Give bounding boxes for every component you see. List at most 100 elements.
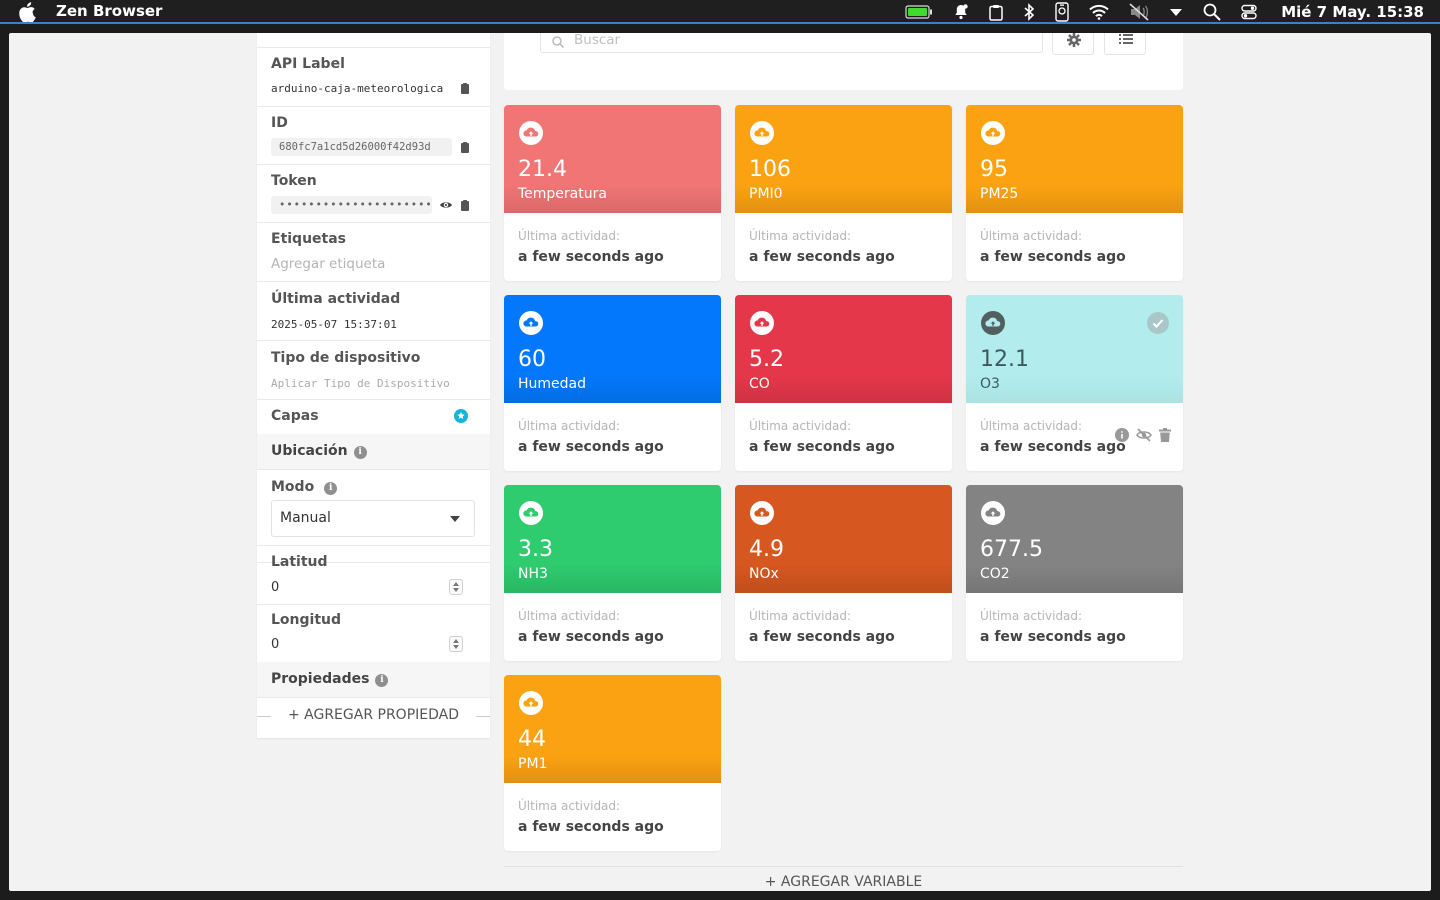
copy-clipboard-icon[interactable] [459, 82, 471, 94]
last-activity-time: a few seconds ago [749, 439, 895, 455]
last-activity-label: Última actividad: [749, 229, 852, 243]
eye-slash-icon[interactable] [1135, 428, 1153, 442]
id-value[interactable]: 680fc7a1cd5d26000f42d93d [271, 138, 452, 156]
bluetooth-icon[interactable] [1023, 3, 1035, 21]
variable-card-humedad[interactable]: 60 Humedad Última actividad: a few secon… [504, 295, 721, 471]
variable-card-temperatura[interactable]: 21.4 Temperatura Última actividad: a few… [504, 105, 721, 281]
id-label: ID [271, 115, 288, 131]
gear-icon [1067, 33, 1081, 47]
card-header: 3.3 NH3 [504, 485, 721, 593]
variable-card-pm25[interactable]: 95 PM25 Última actividad: a few seconds … [966, 105, 1183, 281]
variable-card-co[interactable]: 5.2 CO Última actividad: a few seconds a… [735, 295, 952, 471]
last-activity-label: Última actividad: [518, 229, 621, 243]
volume-muted-icon[interactable] [1129, 3, 1149, 21]
clipboard-icon[interactable] [989, 4, 1003, 21]
cloud-upload-icon [519, 121, 543, 145]
wifi-icon[interactable] [1089, 4, 1109, 20]
device-type-row: Tipo de dispositivo Aplicar Tipo de Disp… [257, 340, 490, 400]
info-icon[interactable]: i [353, 446, 367, 459]
dropdown-icon[interactable] [1169, 7, 1183, 17]
cloud-upload-icon [519, 691, 543, 715]
device-type-select[interactable]: Aplicar Tipo de Dispositivo [271, 377, 450, 390]
info-icon[interactable]: i [324, 482, 338, 495]
variable-card-o3[interactable]: 12.1 O3 Última actividad: a few seconds … [966, 295, 1183, 471]
last-activity-label: Última actividad [271, 291, 401, 307]
last-activity-label: Última actividad: [749, 609, 852, 623]
eye-icon[interactable] [439, 199, 453, 211]
variable-name: CO2 [980, 566, 1010, 582]
variable-name: NH3 [518, 566, 548, 582]
variable-name: PM1 [518, 756, 548, 772]
app-name[interactable]: Zen Browser [56, 2, 162, 20]
add-variable-button[interactable]: + AGREGAR VARIABLE [765, 874, 922, 890]
variable-value: 12.1 [980, 347, 1029, 372]
mode-label: Modo [271, 479, 315, 495]
api-label-value[interactable]: arduino-caja-meteorologica [271, 82, 443, 95]
control-center-icon[interactable] [1241, 4, 1257, 20]
last-activity-label: Última actividad: [518, 609, 621, 623]
variable-value: 44 [518, 727, 546, 752]
cloud-upload-icon [519, 311, 543, 335]
variable-card-pm1[interactable]: 44 PM1 Última actividad: a few seconds a… [504, 675, 721, 851]
phone-icon[interactable] [1055, 2, 1069, 22]
latitude-row: Latitud 0 [257, 545, 490, 605]
device-type-label: Tipo de dispositivo [271, 350, 421, 366]
latitude-input[interactable]: 0 [271, 580, 279, 595]
notification-bell-icon[interactable] [953, 4, 969, 20]
longitude-stepper[interactable] [449, 636, 463, 652]
variable-value: 4.9 [749, 537, 784, 562]
last-activity-time: a few seconds ago [749, 629, 895, 645]
trash-icon[interactable] [1159, 428, 1171, 442]
card-tools [1115, 428, 1171, 442]
card-header: 21.4 Temperatura [504, 105, 721, 213]
window-accent-line [0, 22, 1440, 24]
settings-button[interactable] [1052, 33, 1094, 55]
cloud-upload-icon [981, 311, 1005, 335]
search-input[interactable]: Buscar [540, 33, 1043, 53]
battery-icon[interactable] [905, 5, 933, 19]
variable-card-pmi0[interactable]: 106 PMI0 Última actividad: a few seconds… [735, 105, 952, 281]
list-view-button[interactable] [1104, 33, 1146, 55]
info-icon[interactable] [1115, 428, 1129, 442]
add-property-button[interactable]: + AGREGAR PROPIEDAD [288, 707, 459, 723]
variable-name: PMI0 [749, 186, 783, 202]
layers-label: Capas [271, 408, 319, 424]
divider-line [476, 716, 490, 717]
last-activity-time: a few seconds ago [518, 629, 664, 645]
card-header: 95 PM25 [966, 105, 1183, 213]
longitude-input[interactable]: 0 [271, 637, 279, 652]
menubar-clock[interactable]: Mié 7 May. 15:38 [1281, 3, 1424, 21]
search-icon[interactable] [1203, 3, 1221, 21]
info-icon[interactable]: i [375, 674, 389, 687]
variable-card-co2[interactable]: 677.5 CO2 Última actividad: a few second… [966, 485, 1183, 661]
last-activity-label: Última actividad: [518, 799, 621, 813]
token-value[interactable]: •••••••••••••••••••••• [271, 196, 432, 214]
copy-clipboard-icon[interactable] [459, 199, 471, 211]
list-icon [1119, 34, 1133, 44]
last-activity-label: Última actividad: [980, 419, 1083, 433]
apple-logo-icon[interactable] [18, 2, 36, 22]
last-activity-time: a few seconds ago [518, 439, 664, 455]
add-variable-container: + AGREGAR VARIABLE [504, 866, 1183, 890]
device-properties-panel: API Label arduino-caja-meteorologica ID … [257, 33, 490, 738]
last-activity-label: Última actividad: [749, 419, 852, 433]
select-check-icon[interactable] [1147, 312, 1169, 334]
copy-clipboard-icon[interactable] [459, 141, 471, 153]
last-activity-time: a few seconds ago [980, 629, 1126, 645]
variable-card-nh3[interactable]: 3.3 NH3 Última actividad: a few seconds … [504, 485, 721, 661]
variable-value: 106 [749, 157, 791, 182]
variable-card-nox[interactable]: 4.9 NOx Última actividad: a few seconds … [735, 485, 952, 661]
last-activity-row: Última actividad 2025-05-07 15:37:01 [257, 281, 490, 341]
layers-row[interactable]: Capas [257, 399, 490, 435]
location-label: Ubicación [271, 443, 348, 459]
cloud-upload-icon [981, 121, 1005, 145]
properties-section-header: Propiedades i [257, 662, 490, 698]
add-tag-input[interactable]: Agregar etiqueta [271, 256, 385, 272]
token-label: Token [271, 173, 317, 189]
layers-star-icon[interactable] [454, 409, 468, 423]
mode-select[interactable]: Manual [271, 500, 475, 537]
variable-name: CO [749, 376, 770, 392]
latitude-stepper[interactable] [449, 579, 463, 595]
add-property-container: + AGREGAR PROPIEDAD [257, 707, 490, 723]
browser-window: API Label arduino-caja-meteorologica ID … [9, 33, 1431, 891]
